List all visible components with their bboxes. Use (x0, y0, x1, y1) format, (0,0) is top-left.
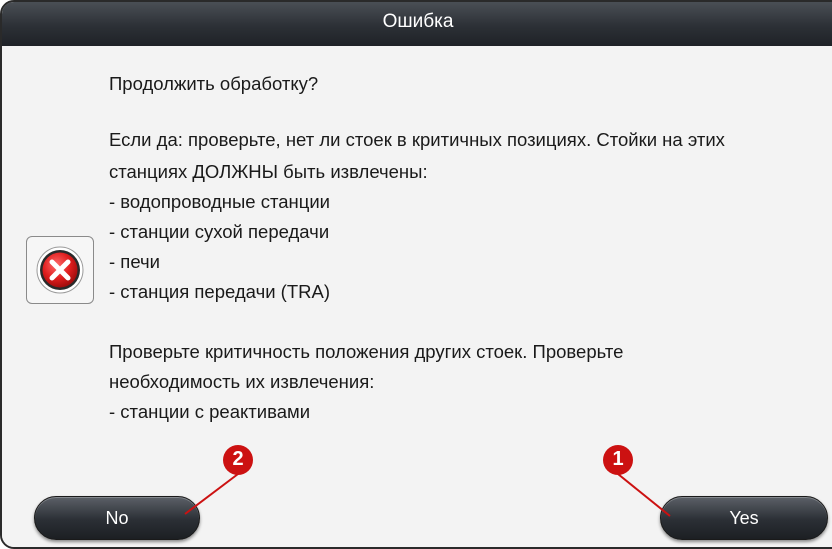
dialog-title: Ошибка (382, 11, 454, 32)
yes-button[interactable]: Yes (660, 496, 828, 540)
message-line: - станции сухой передачи (109, 221, 330, 242)
error-x-icon (36, 246, 84, 294)
no-button[interactable]: No (34, 496, 200, 540)
callout-number-yes: 1 (612, 448, 624, 470)
message-line: Если да: проверьте, нет ли стоек в крити… (109, 129, 725, 150)
message-line: - станции с реактивами (109, 401, 311, 422)
error-dialog: Ошибка Продолжить обработку? Если да: пр… (0, 0, 832, 549)
message-line: - печи (109, 251, 160, 272)
error-icon-frame (26, 236, 94, 304)
message-line: необходимость их извлечения: (109, 371, 375, 392)
dialog-titlebar: Ошибка (2, 2, 832, 47)
message-line: Проверьте критичность положения других с… (109, 341, 624, 362)
message-line: - водопроводные станции (109, 191, 331, 212)
message-question: Продолжить обработку? (109, 73, 319, 94)
message-line: станциях ДОЛЖНЫ быть извлечены: (109, 161, 428, 182)
callout-number-no: 2 (232, 448, 244, 470)
message-line: - станция передачи (TRA) (109, 281, 330, 302)
